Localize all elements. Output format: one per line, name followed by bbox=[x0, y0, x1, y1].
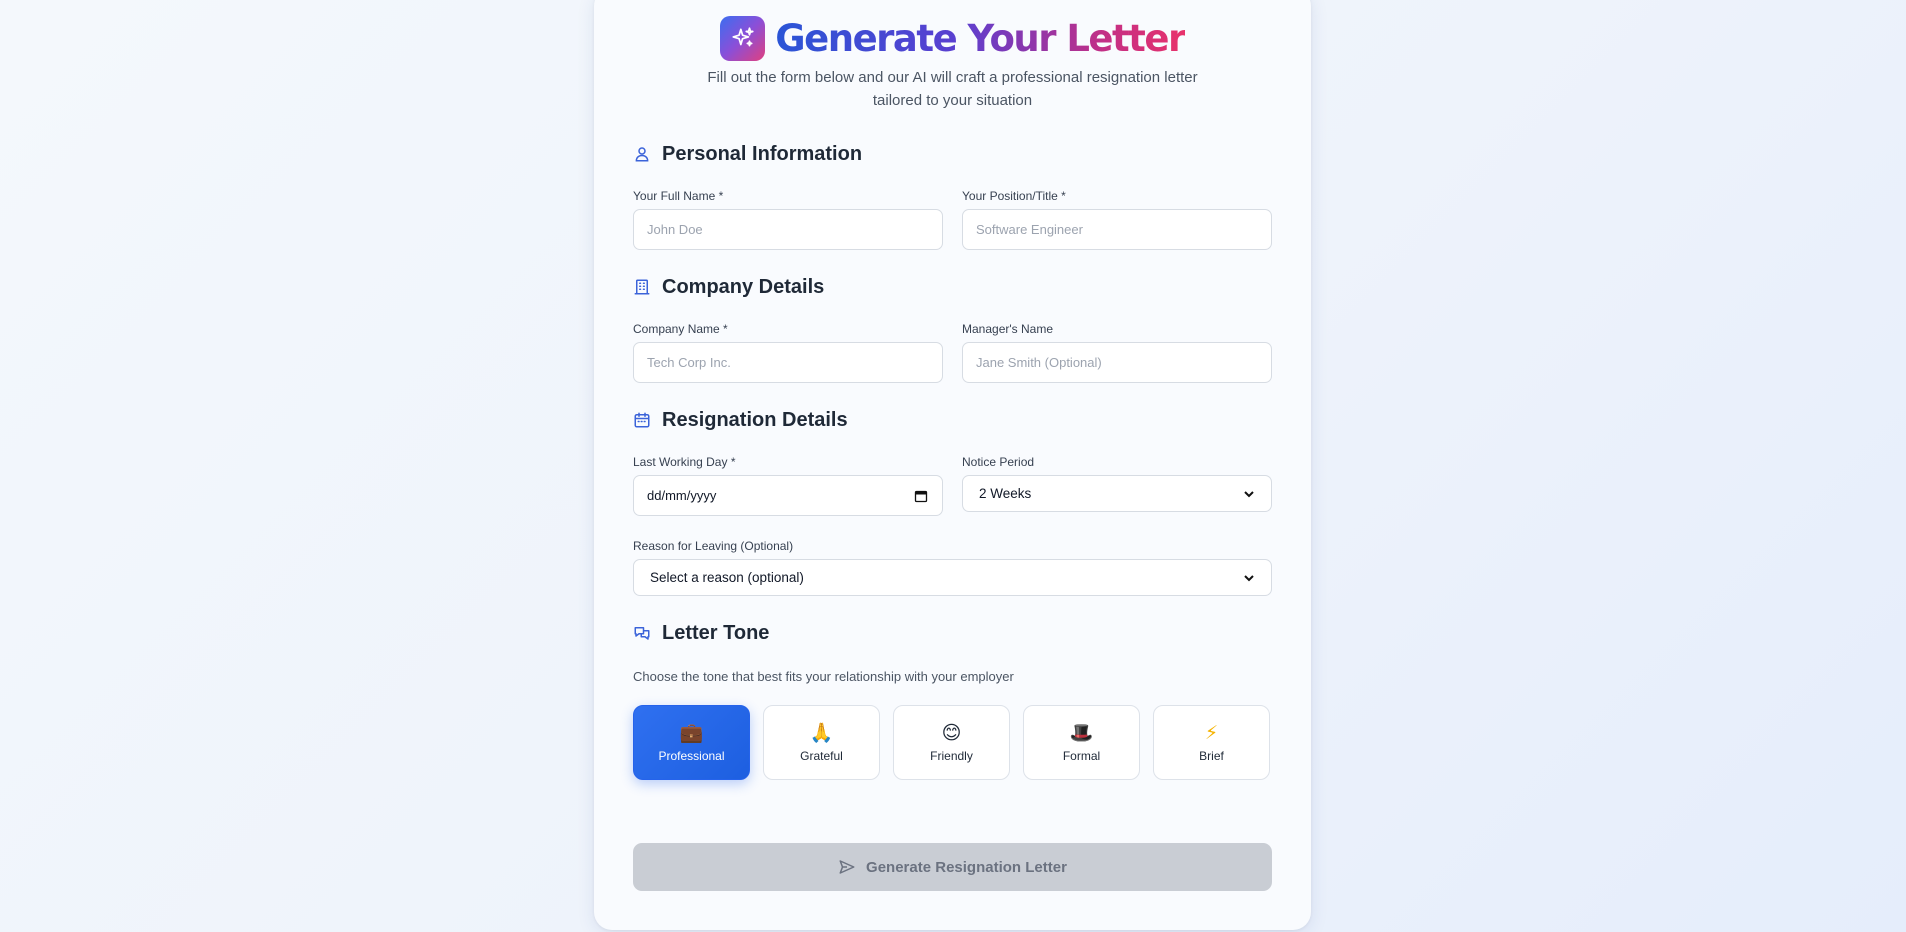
notice-period-value: 2 Weeks bbox=[979, 486, 1032, 501]
subtitle-line: tailored to your situation bbox=[872, 92, 1033, 109]
tone-option-grateful[interactable]: 🙏 Grateful bbox=[763, 705, 880, 780]
smiley-icon: 😊 bbox=[941, 722, 962, 744]
chevron-down-icon bbox=[1244, 574, 1254, 581]
tone-option-professional[interactable]: 💼 Professional bbox=[633, 705, 750, 780]
company-name-label: Company Name * bbox=[633, 322, 728, 336]
manager-name-input[interactable] bbox=[962, 342, 1272, 383]
page-title: Generate Your Letter bbox=[775, 16, 1186, 60]
company-name-input[interactable] bbox=[633, 342, 943, 383]
tone-label: Grateful bbox=[800, 749, 843, 763]
reason-label: Reason for Leaving (Optional) bbox=[633, 539, 794, 553]
last-working-day-input[interactable]: dd/mm/yyyy bbox=[633, 475, 943, 516]
tone-description: Choose the tone that best fits your rela… bbox=[633, 669, 1014, 684]
page-subtitle: Fill out the form below and our AI will … bbox=[673, 66, 1232, 112]
tone-label: Formal bbox=[1062, 749, 1101, 763]
tone-label: Friendly bbox=[930, 749, 973, 763]
notice-period-label: Notice Period bbox=[962, 455, 1035, 469]
chevron-down-icon bbox=[1244, 490, 1254, 497]
last-working-day-label: Last Working Day * bbox=[633, 455, 736, 469]
generate-button-label: Generate Resignation Letter bbox=[866, 858, 1067, 876]
calendar-picker-icon[interactable] bbox=[914, 489, 928, 503]
section-letter-tone: Letter Tone bbox=[633, 620, 769, 646]
manager-name-label: Manager's Name bbox=[962, 322, 1053, 336]
section-personal-information: Personal Information bbox=[633, 141, 862, 167]
date-value: dd/mm/yyyy bbox=[647, 488, 717, 503]
section-title-text: Company Details bbox=[662, 275, 825, 298]
position-input[interactable] bbox=[962, 209, 1272, 250]
full-name-input[interactable] bbox=[633, 209, 943, 250]
generate-letter-button[interactable]: Generate Resignation Letter bbox=[633, 843, 1272, 891]
form-card: Generate Your Letter Fill out the form b… bbox=[594, 0, 1311, 930]
sparkles-icon bbox=[720, 15, 766, 61]
section-company-details: Company Details bbox=[633, 274, 824, 300]
full-name-label: Your Full Name * bbox=[633, 189, 724, 203]
calendar-icon bbox=[633, 411, 651, 429]
tone-option-friendly[interactable]: 😊 Friendly bbox=[893, 705, 1010, 780]
chat-bubbles-icon bbox=[633, 624, 651, 642]
section-title-text: Resignation Details bbox=[662, 408, 848, 431]
tone-option-brief[interactable]: ⚡ Brief bbox=[1153, 705, 1270, 780]
reason-select[interactable]: Select a reason (optional) bbox=[633, 559, 1272, 596]
position-label: Your Position/Title * bbox=[962, 189, 1066, 203]
section-title-text: Personal Information bbox=[662, 142, 863, 165]
section-title-text: Letter Tone bbox=[662, 621, 770, 644]
notice-period-select[interactable]: 2 Weeks bbox=[962, 475, 1272, 512]
page-header: Generate Your Letter bbox=[633, 13, 1272, 63]
subtitle-line: Fill out the form below and our AI will … bbox=[707, 69, 1198, 86]
praying-hands-icon: 🙏 bbox=[809, 722, 834, 744]
lightning-icon: ⚡ bbox=[1204, 722, 1219, 744]
top-hat-icon: 🎩 bbox=[1069, 722, 1094, 744]
tone-option-formal[interactable]: 🎩 Formal bbox=[1023, 705, 1140, 780]
reason-value: Select a reason (optional) bbox=[650, 570, 804, 585]
tone-label: Brief bbox=[1199, 749, 1224, 763]
user-icon bbox=[633, 145, 651, 163]
building-icon bbox=[633, 278, 651, 296]
briefcase-icon: 💼 bbox=[679, 722, 704, 744]
section-resignation-details: Resignation Details bbox=[633, 407, 848, 433]
tone-label: Professional bbox=[658, 749, 725, 763]
send-icon bbox=[838, 858, 856, 876]
